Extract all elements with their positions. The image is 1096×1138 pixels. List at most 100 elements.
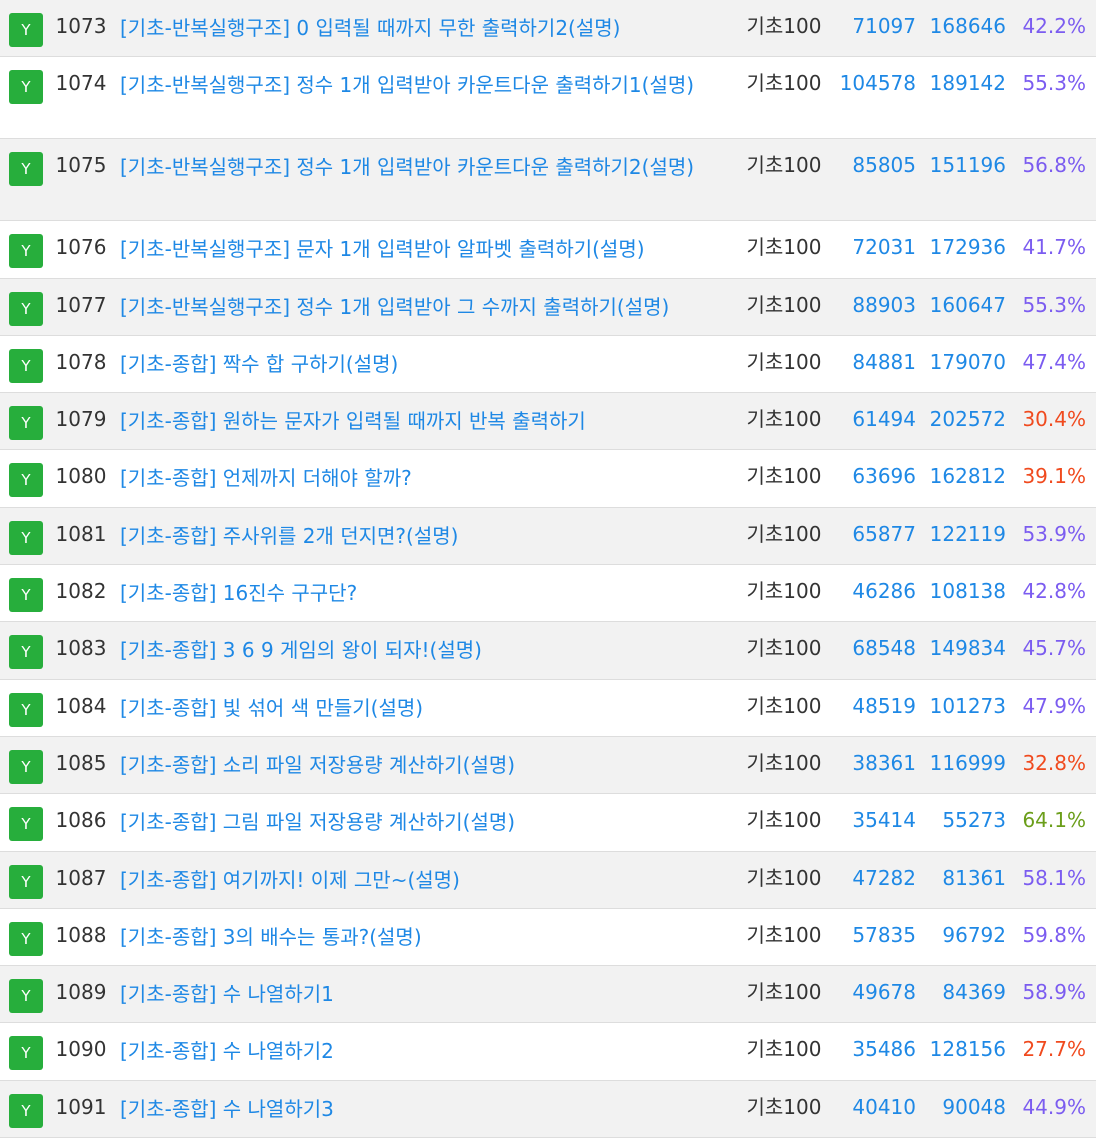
solved-status-badge: Y [9, 578, 43, 613]
submission-count[interactable]: 162812 [916, 462, 1006, 490]
submission-count[interactable]: 151196 [916, 151, 1006, 179]
submission-count[interactable]: 55273 [916, 806, 1006, 834]
solved-count[interactable]: 68548 [830, 634, 916, 662]
problem-id: 1081 [55, 521, 107, 546]
problem-id: 1078 [55, 349, 107, 374]
correct-rate: 47.9% [1022, 693, 1086, 718]
problem-title-link[interactable]: [기초-종합] 빛 섞어 색 만들기(설명) [120, 692, 732, 724]
correct-rate: 64.1% [1022, 808, 1086, 833]
problem-title-link[interactable]: [기초-종합] 주사위를 2개 던지면?(설명) [120, 520, 732, 552]
solved-count[interactable]: 40410 [830, 1093, 916, 1121]
problem-row: Y 1081 [기초-종합] 주사위를 2개 던지면?(설명) 기초100 65… [0, 507, 1096, 566]
solved-status-badge: Y [9, 70, 43, 105]
solved-count[interactable]: 88903 [830, 291, 916, 319]
solved-count[interactable]: 84881 [830, 348, 916, 376]
solved-status-badge: Y [9, 234, 43, 269]
correct-rate: 59.8% [1022, 922, 1086, 947]
solved-status-badge: Y [9, 1036, 43, 1071]
problem-id: 1073 [55, 14, 107, 38]
solved-status-badge: Y [9, 749, 43, 784]
problem-id: 1085 [55, 750, 107, 775]
submission-count[interactable]: 122119 [916, 520, 1006, 548]
submission-count[interactable]: 108138 [916, 577, 1006, 605]
solved-count[interactable]: 57835 [830, 921, 916, 949]
problem-title-link[interactable]: [기초-종합] 여기까지! 이제 그만~(설명) [120, 864, 732, 896]
solved-count[interactable]: 48519 [830, 692, 916, 720]
problem-category: 기초100 [746, 235, 822, 260]
correct-rate: 58.1% [1022, 865, 1086, 890]
solved-count[interactable]: 72031 [830, 233, 916, 261]
problem-title-link[interactable]: [기초-반복실행구조] 정수 1개 입력받아 카운트다운 출력하기1(설명) [120, 69, 732, 101]
problem-title-link[interactable]: [기초-반복실행구조] 0 입력될 때까지 무한 출력하기2(설명) [120, 12, 732, 44]
problem-category: 기초100 [746, 693, 822, 718]
solved-status-badge: Y [9, 864, 43, 899]
submission-count[interactable]: 96792 [916, 921, 1006, 949]
solved-count[interactable]: 85805 [830, 151, 916, 179]
submission-count[interactable]: 128156 [916, 1035, 1006, 1063]
problem-title-link[interactable]: [기초-종합] 16진수 구구단? [120, 577, 732, 609]
solved-status-badge: Y [9, 463, 43, 498]
problem-category: 기초100 [746, 1094, 822, 1119]
problem-title-link[interactable]: [기초-종합] 수 나열하기3 [120, 1093, 732, 1125]
correct-rate: 42.2% [1022, 14, 1086, 38]
problem-category: 기초100 [746, 808, 822, 833]
problem-id: 1076 [55, 235, 107, 260]
problem-category: 기초100 [746, 1037, 822, 1062]
solved-count[interactable]: 104578 [830, 69, 916, 97]
solved-count[interactable]: 49678 [830, 978, 916, 1006]
problem-id: 1083 [55, 636, 107, 661]
problem-title-link[interactable]: [기초-반복실행구조] 정수 1개 입력받아 그 수까지 출력하기(설명) [120, 291, 732, 323]
problem-title-link[interactable]: [기초-종합] 그림 파일 저장용량 계산하기(설명) [120, 806, 732, 838]
problem-title-link[interactable]: [기초-종합] 3의 배수는 통과?(설명) [120, 921, 732, 953]
correct-rate: 53.9% [1022, 521, 1086, 546]
solved-count[interactable]: 47282 [830, 864, 916, 892]
problem-row: Y 1080 [기초-종합] 언제까지 더해야 할까? 기초100 63696 … [0, 450, 1096, 508]
submission-count[interactable]: 160647 [916, 291, 1006, 319]
problem-title-link[interactable]: [기초-종합] 짝수 합 구하기(설명) [120, 348, 732, 380]
problem-category: 기초100 [746, 750, 822, 775]
problem-title-link[interactable]: [기초-반복실행구조] 정수 1개 입력받아 카운트다운 출력하기2(설명) [120, 151, 732, 183]
correct-rate: 39.1% [1022, 464, 1086, 489]
problem-title-link[interactable]: [기초-종합] 수 나열하기1 [120, 978, 732, 1010]
submission-count[interactable]: 202572 [916, 405, 1006, 433]
submission-count[interactable]: 179070 [916, 348, 1006, 376]
correct-rate: 27.7% [1022, 1037, 1086, 1062]
submission-count[interactable]: 116999 [916, 749, 1006, 777]
solved-count[interactable]: 61494 [830, 405, 916, 433]
submission-count[interactable]: 90048 [916, 1093, 1006, 1121]
submission-count[interactable]: 189142 [916, 69, 1006, 97]
problem-title-link[interactable]: [기초-종합] 언제까지 더해야 할까? [120, 462, 732, 494]
problem-category: 기초100 [746, 464, 822, 489]
solved-count[interactable]: 65877 [830, 520, 916, 548]
problem-row: Y 1090 [기초-종합] 수 나열하기2 기초100 35486 12815… [0, 1023, 1096, 1081]
problem-row: Y 1073 [기초-반복실행구조] 0 입력될 때까지 무한 출력하기2(설명… [0, 0, 1096, 58]
solved-status-badge: Y [9, 406, 43, 441]
solved-count[interactable]: 35414 [830, 806, 916, 834]
problem-id: 1077 [55, 292, 107, 317]
problem-title-link[interactable]: [기초-종합] 3 6 9 게임의 왕이 되자!(설명) [120, 634, 732, 666]
solved-count[interactable]: 63696 [830, 462, 916, 490]
solved-count[interactable]: 35486 [830, 1035, 916, 1063]
solved-status-badge: Y [9, 1093, 43, 1128]
correct-rate: 41.7% [1022, 235, 1086, 260]
problem-row: Y 1086 [기초-종합] 그림 파일 저장용량 계산하기(설명) 기초100… [0, 794, 1096, 852]
problem-title-link[interactable]: [기초-종합] 수 나열하기2 [120, 1035, 732, 1067]
submission-count[interactable]: 84369 [916, 978, 1006, 1006]
solved-count[interactable]: 38361 [830, 749, 916, 777]
submission-count[interactable]: 168646 [916, 12, 1006, 40]
submission-count[interactable]: 101273 [916, 692, 1006, 720]
problem-title-link[interactable]: [기초-반복실행구조] 문자 1개 입력받아 알파벳 출력하기(설명) [120, 233, 732, 265]
problem-title-link[interactable]: [기초-종합] 원하는 문자가 입력될 때까지 반복 출력하기 [120, 405, 732, 437]
problem-category: 기초100 [746, 14, 822, 38]
submission-count[interactable]: 172936 [916, 233, 1006, 261]
solved-status-badge: Y [9, 635, 43, 670]
solved-count[interactable]: 71097 [830, 12, 916, 40]
submission-count[interactable]: 81361 [916, 864, 1006, 892]
submission-count[interactable]: 149834 [916, 634, 1006, 662]
solved-count[interactable]: 46286 [830, 577, 916, 605]
problem-row: Y 1075 [기초-반복실행구조] 정수 1개 입력받아 카운트다운 출력하기… [0, 139, 1096, 222]
problem-title-link[interactable]: [기초-종합] 소리 파일 저장용량 계산하기(설명) [120, 749, 732, 781]
problem-row: Y 1088 [기초-종합] 3의 배수는 통과?(설명) 기초100 5783… [0, 908, 1096, 967]
problem-category: 기초100 [746, 521, 822, 546]
problem-row: Y 1076 [기초-반복실행구조] 문자 1개 입력받아 알파벳 출력하기(설… [0, 221, 1096, 279]
